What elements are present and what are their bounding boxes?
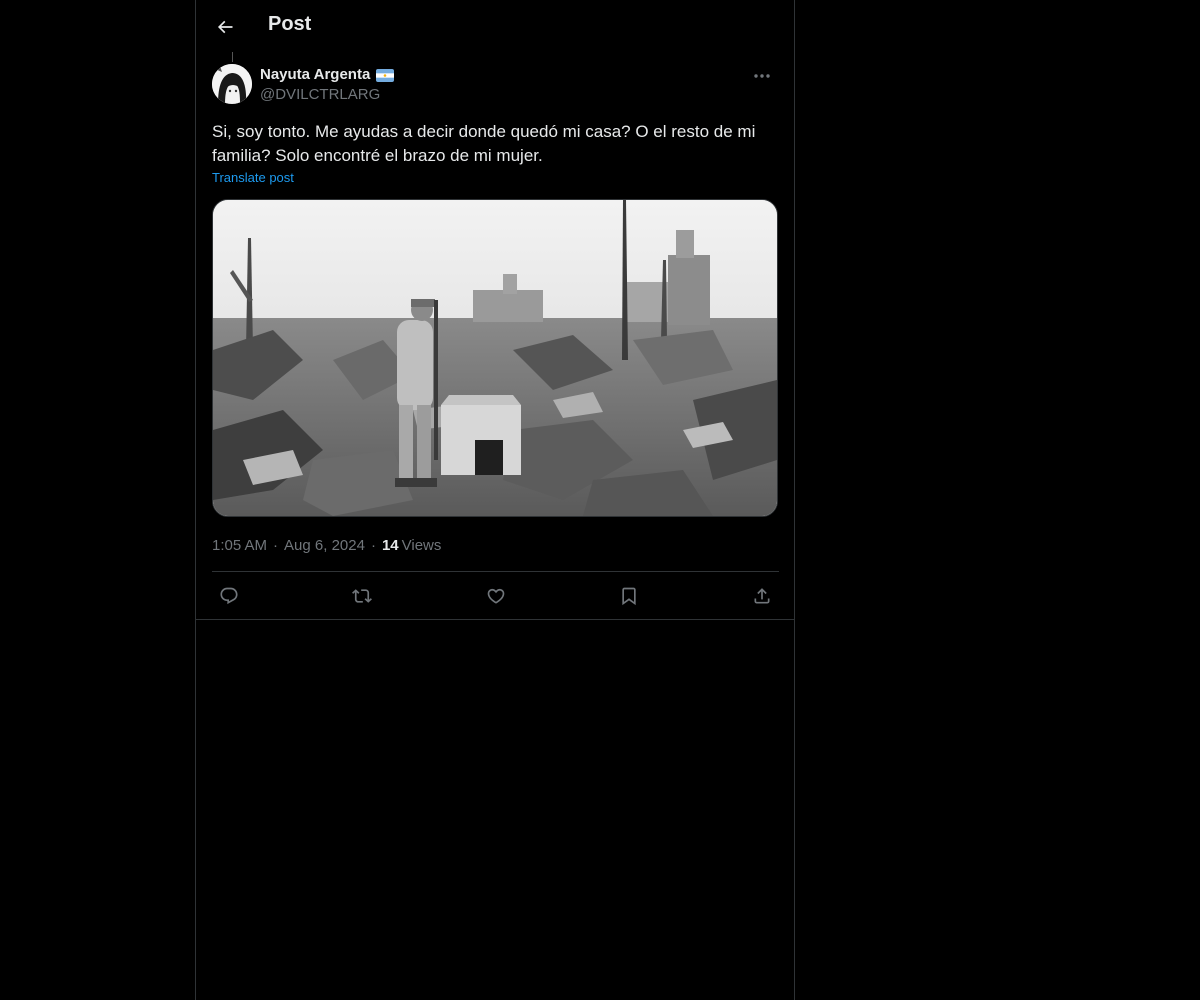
author-display-name[interactable]: Nayuta Argenta xyxy=(260,66,370,84)
thread-line xyxy=(232,52,233,62)
reply-icon xyxy=(219,586,239,606)
bookmark-icon xyxy=(619,586,639,606)
page-header: Post xyxy=(196,0,794,53)
meta-separator: · xyxy=(273,536,279,554)
like-button[interactable] xyxy=(481,581,511,611)
post-detail-column: Post Nayuta Argenta @DVILCTRLARG Si, soy… xyxy=(195,0,795,1000)
post-author-row: Nayuta Argenta @DVILCTRLARG xyxy=(212,62,779,108)
share-button[interactable] xyxy=(747,581,777,611)
page-title: Post xyxy=(268,13,312,35)
author-handle[interactable]: @DVILCTRLARG xyxy=(260,85,394,105)
translate-post-link[interactable]: Translate post xyxy=(212,170,294,185)
heart-icon xyxy=(486,586,506,606)
post-actions xyxy=(212,572,779,619)
repost-button[interactable] xyxy=(347,581,377,611)
repost-icon xyxy=(351,586,373,606)
more-options-button[interactable] xyxy=(745,64,779,88)
bookmark-button[interactable] xyxy=(614,581,644,611)
author-names: Nayuta Argenta @DVILCTRLARG xyxy=(260,66,395,105)
post-meta: 1:05 AM · Aug 6, 2024 · 14 Views xyxy=(212,535,779,555)
arrow-left-icon xyxy=(215,17,235,37)
post-time[interactable]: 1:05 AM xyxy=(212,537,267,554)
post-date[interactable]: Aug 6, 2024 xyxy=(284,537,365,554)
post-image[interactable] xyxy=(212,199,778,517)
share-icon xyxy=(752,586,772,606)
argentina-flag-icon xyxy=(376,68,395,82)
post-bottom-border xyxy=(196,619,794,620)
avatar[interactable] xyxy=(212,64,252,104)
views-count: 14 xyxy=(381,536,399,554)
reply-button[interactable] xyxy=(214,581,244,611)
back-button[interactable] xyxy=(208,10,242,44)
views-label: Views xyxy=(401,536,442,554)
post-text: Si, soy tonto. Me ayudas a decir donde q… xyxy=(212,122,756,165)
meta-separator: · xyxy=(370,536,376,554)
more-horizontal-icon xyxy=(753,73,771,79)
post: Nayuta Argenta @DVILCTRLARG Si, soy tont… xyxy=(212,62,779,619)
